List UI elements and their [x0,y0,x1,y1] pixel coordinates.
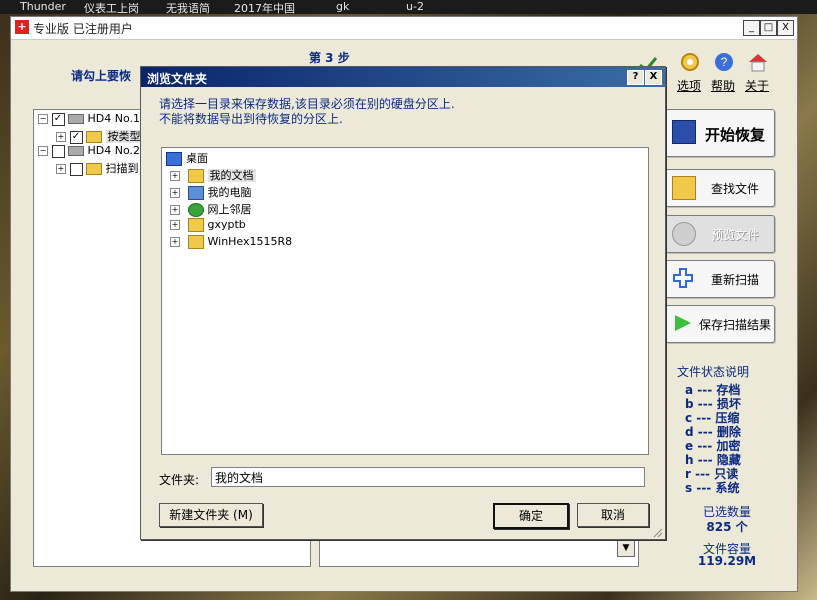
tree-row[interactable]: + 扫描到 [56,160,139,176]
folder-input[interactable]: 我的文档 [211,467,645,487]
minimize-button[interactable]: _ [743,20,760,36]
drive-icon [68,146,84,156]
folder-item[interactable]: + 我的文档 [170,167,256,183]
cancel-button[interactable]: 取消 [577,503,649,527]
folder-icon [86,163,102,175]
dialog-help-button[interactable]: ? [627,70,644,85]
taskbar-item[interactable]: Thunder [20,0,66,13]
browse-folder-dialog: 浏览文件夹 ? X 请选择一目录来保存数据,该目录必须在别的硬盘分区上. 不能将… [140,66,666,540]
taskbar-item[interactable]: u-2 [406,0,424,13]
expand-toggle-icon[interactable]: − [38,146,48,156]
taskbar-item[interactable]: 2017年中国 [234,0,295,16]
options-link[interactable]: 选项 [677,77,701,94]
tree-checkbox[interactable] [51,144,65,158]
maximize-button[interactable]: □ [760,20,777,36]
network-icon [187,203,204,217]
ok-button[interactable]: 确定 [493,503,569,529]
help-link[interactable]: 帮助 [711,77,735,94]
plus-icon [672,267,694,289]
my-documents-icon [187,169,204,183]
expand-toggle-icon[interactable]: + [170,188,180,198]
drive-icon [68,114,84,124]
help-icon[interactable]: ? [713,51,735,73]
preview-file-button[interactable]: 预览文件 [665,215,775,253]
expand-toggle-icon[interactable]: + [56,132,66,142]
rescan-button[interactable]: 重新扫描 [665,260,775,298]
tree-checkbox[interactable]: ✓ [69,130,83,144]
folder-icon [187,218,204,232]
folder-item[interactable]: + 我的电脑 [170,184,252,200]
about-link[interactable]: 关于 [745,77,769,94]
folder-item[interactable]: + gxyptb [170,218,246,234]
tree-row[interactable]: + ✓ 按类型 [56,128,143,144]
expand-toggle-icon[interactable]: + [56,164,66,174]
expand-toggle-icon[interactable]: + [170,171,180,181]
tree-label: HD4 No.2 [ [87,144,148,157]
tree-label: HD4 No.1 [ [87,112,148,125]
tree-root[interactable]: 桌面 [166,150,208,166]
search-folder-icon [672,176,696,200]
close-button[interactable]: X [777,20,794,36]
top-taskbar: Thunder 仪表工上岗 无我语简 2017年中国 gk u-2 [0,0,817,16]
folder-icon [187,235,204,249]
tree-row[interactable]: − ✓ HD4 No.1 [ [38,112,148,127]
expand-toggle-icon[interactable]: + [170,205,180,215]
legend-title: 文件状态说明 [677,365,750,379]
dropdown-arrow-icon[interactable]: ▼ [617,539,635,557]
selected-count-value: 825 个 [706,520,748,534]
expand-toggle-icon[interactable]: + [170,237,180,247]
folder-icon [86,131,102,143]
file-size-value: 119.29M [697,554,757,568]
tree-checkbox[interactable] [69,162,83,176]
tree-row[interactable]: − HD4 No.2 [ [38,144,148,159]
expand-toggle-icon[interactable]: + [170,220,180,230]
title-bar: + 专业版 已注册用户 _ □ X [11,17,797,40]
computer-icon [187,186,204,200]
dialog-instruction: 请选择一目录来保存数据,该目录必须在别的硬盘分区上. 不能将数据导出到待恢复的分… [159,97,455,126]
app-icon: + [15,20,29,34]
svg-text:?: ? [721,55,728,69]
desktop-icon [166,152,182,166]
step-label: 第 3 步 [309,51,350,65]
dialog-title-bar: 浏览文件夹 ? X [141,67,665,87]
folder-item[interactable]: + 网上邻居 [170,201,252,217]
tree-label: 扫描到 [105,162,139,175]
legend-item: s --- 系统 [685,481,740,495]
save-disk-icon [672,120,696,144]
save-scan-button[interactable]: 保存扫描结果 [665,305,775,343]
folder-item[interactable]: + WinHex1515R8 [170,235,292,251]
preview-icon [672,222,696,246]
gear-icon[interactable] [679,51,701,73]
expand-toggle-icon[interactable]: − [38,114,48,124]
folder-tree[interactable]: 桌面 + 我的文档 + 我的电脑 + 网上邻居 + gxyptb + WinHe… [161,147,649,455]
new-folder-button[interactable]: 新建文件夹 (M) [159,503,263,527]
find-file-button[interactable]: 查找文件 [665,169,775,207]
dialog-title: 浏览文件夹 [147,72,208,86]
dialog-close-button[interactable]: X [645,70,662,85]
start-recover-button[interactable]: 开始恢复 [665,109,775,157]
home-icon[interactable] [747,51,769,73]
instruction-text: 请勾上要恢 [71,69,132,83]
green-arrow-icon [672,312,694,334]
tree-label: 按类型 [105,130,143,143]
window-title: 专业版 已注册用户 [33,22,133,36]
folder-label: 文件夹: [159,473,200,487]
taskbar-item[interactable]: gk [336,0,349,13]
taskbar-item[interactable]: 仪表工上岗 [84,0,139,16]
taskbar-item[interactable]: 无我语简 [166,0,210,16]
tree-checkbox[interactable]: ✓ [51,112,65,126]
resize-grip-icon[interactable] [653,527,663,538]
